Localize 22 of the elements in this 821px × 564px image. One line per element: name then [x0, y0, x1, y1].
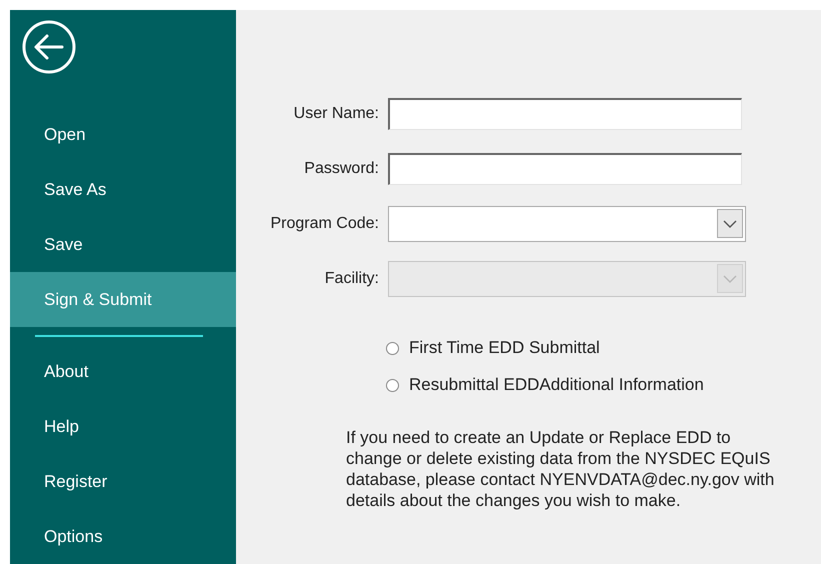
- field-label: Program Code:: [270, 214, 380, 232]
- sidebar-item[interactable]: Options: [10, 509, 236, 564]
- field-label: Facility:: [324, 270, 380, 288]
- sidebar-item[interactable]: Save As: [10, 162, 236, 218]
- radio-button[interactable]: [386, 378, 399, 392]
- sidebar-item[interactable]: Register: [10, 454, 236, 510]
- sidebar-item[interactable]: Save: [10, 217, 236, 272]
- input-field[interactable]: [388, 152, 742, 184]
- sidebar-item[interactable]: Open: [10, 108, 236, 163]
- sidebar-item[interactable]: About: [10, 344, 236, 400]
- input-field[interactable]: [388, 98, 742, 130]
- dropdown-field[interactable]: [388, 206, 746, 242]
- chevron-down-icon: [723, 274, 737, 282]
- field-label: Password:: [303, 160, 380, 178]
- radio-label[interactable]: First Time EDD Submittal: [409, 338, 600, 358]
- radio-button[interactable]: [386, 342, 399, 354]
- sidebar-item[interactable]: Help: [10, 400, 236, 454]
- chevron-down-icon: [723, 220, 737, 228]
- sidebar-item[interactable]: Sign & Submit: [10, 272, 236, 327]
- radio-label[interactable]: Resubmittal EDDAdditional Information: [409, 375, 704, 395]
- field-label: User Name:: [292, 104, 380, 122]
- info-paragraph: If you need to create an Update or Replace EDD to change or delete existing data from the NYSDEC EQuIS database, please contact NYENVDATA@dec.ny.gov with details about the changes you wish to make.: [346, 427, 776, 511]
